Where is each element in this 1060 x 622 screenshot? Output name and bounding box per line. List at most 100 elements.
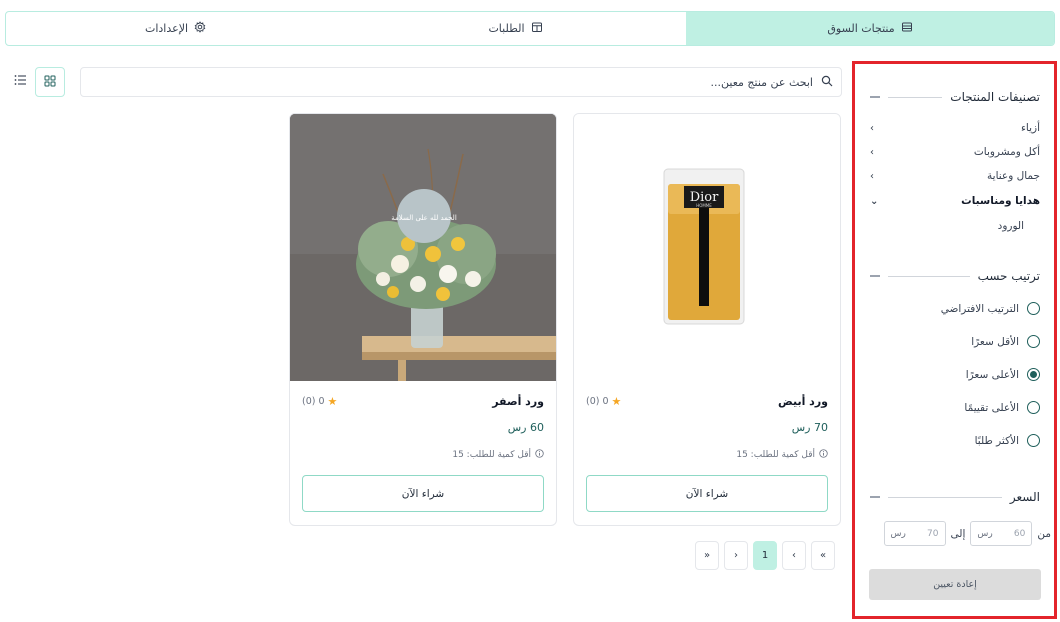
top-tabs: منتجات السوق الطلبات الإعدادات	[5, 11, 1055, 46]
categories-title: تصنيفات المنتجات	[950, 90, 1040, 104]
tab-label: منتجات السوق	[827, 22, 895, 35]
chevron-left-icon: ›	[870, 122, 874, 134]
storefront-icon	[901, 21, 913, 36]
list-view-button[interactable]	[12, 73, 28, 89]
list-icon	[14, 74, 27, 89]
tab-orders[interactable]: الطلبات	[345, 12, 686, 45]
reviews-count: (0)	[586, 396, 600, 407]
rating-value: 0	[602, 396, 609, 407]
grid-icon	[44, 75, 56, 90]
currency-label: رس	[977, 528, 993, 539]
price-range: من 60 رس إلى 70 رس	[856, 521, 1051, 546]
info-icon	[819, 449, 828, 461]
product-rating: (0) 0 ★	[586, 395, 621, 408]
reviews-count: (0)	[302, 396, 316, 407]
radio-button[interactable]	[1027, 335, 1040, 348]
divider	[888, 496, 1002, 498]
product-image[interactable]: الحمد لله على السلامة	[290, 114, 556, 381]
chevron-left-icon: ›	[870, 146, 874, 158]
chevron-left-icon: ›	[870, 170, 874, 182]
divider	[888, 96, 943, 98]
sort-option[interactable]: الأقل سعرًا	[971, 335, 1040, 348]
current-page-button[interactable]: 1	[753, 541, 777, 570]
category-label: أزياء	[1020, 122, 1040, 134]
radio-button[interactable]	[1027, 401, 1040, 414]
collapse-dash-icon[interactable]	[870, 496, 880, 498]
calendar-icon	[531, 21, 543, 36]
sort-title: ترتيب حسب	[977, 269, 1040, 283]
buy-now-button[interactable]: شراء الآن	[302, 475, 544, 512]
radio-button-checked[interactable]	[1027, 368, 1040, 381]
category-beauty[interactable]: جمال وعناية ›	[870, 170, 1040, 182]
prev-page-button[interactable]: ‹	[782, 541, 806, 570]
tab-label: الطلبات	[488, 22, 525, 35]
price-to-label: إلى	[950, 527, 966, 540]
product-price: 60 رس	[507, 421, 544, 434]
sort-option-label: الأعلى سعرًا	[965, 368, 1019, 381]
brand-sub-text: HOMME	[696, 203, 712, 208]
sort-option-label: الأعلى تقييمًا	[964, 401, 1019, 414]
price-header: السعر	[870, 490, 1040, 504]
sort-option[interactable]: الأعلى سعرًا	[966, 368, 1040, 381]
star-icon: ★	[611, 395, 622, 408]
sort-option[interactable]: الأعلى تقييمًا	[964, 401, 1040, 414]
category-label: أكل ومشروبات	[973, 146, 1040, 158]
min-quantity: أقل كمية للطلب: 15	[452, 449, 544, 461]
collapse-dash-icon[interactable]	[870, 275, 880, 277]
reset-button[interactable]: إعادة تعيين	[869, 569, 1041, 600]
min-quantity-text: أقل كمية للطلب: 15	[736, 450, 815, 460]
price-from-label: من	[1037, 527, 1051, 540]
radio-button[interactable]	[1027, 434, 1040, 447]
category-fashion[interactable]: أزياء ›	[870, 122, 1040, 134]
tab-label: الإعدادات	[144, 22, 189, 35]
category-food[interactable]: أكل ومشروبات ›	[870, 146, 1040, 158]
radio-button[interactable]	[1027, 302, 1040, 315]
subcategory-roses[interactable]: الورود	[998, 220, 1024, 232]
sort-option[interactable]: الترتيب الافتراضي	[941, 302, 1040, 315]
search-icon	[821, 75, 833, 90]
category-label: هدايا ومناسبات	[961, 195, 1040, 207]
price-from-field[interactable]: 60 رس	[970, 521, 1033, 546]
category-label: جمال وعناية	[987, 170, 1040, 182]
rating-value: 0	[318, 396, 325, 407]
next-page-button[interactable]: ›	[724, 541, 748, 570]
last-page-button[interactable]: »	[695, 541, 719, 570]
product-rating: (0) 0 ★	[302, 395, 337, 408]
min-quantity-text: أقل كمية للطلب: 15	[452, 450, 531, 460]
price-to-field[interactable]: 70 رس	[883, 521, 946, 546]
currency-label: رس	[890, 528, 906, 539]
sort-option-label: الأقل سعرًا	[971, 335, 1019, 348]
star-icon: ★	[327, 395, 338, 408]
buy-now-button[interactable]: شراء الآن	[586, 475, 828, 512]
categories-header: تصنيفات المنتجات	[870, 90, 1040, 104]
product-name[interactable]: ورد أصفر	[492, 395, 544, 408]
category-gifts[interactable]: هدايا ومناسبات ⌄	[870, 195, 1040, 207]
sort-option-label: الأكثر طلبًا	[974, 434, 1019, 447]
tab-settings[interactable]: الإعدادات	[6, 12, 345, 45]
search-input[interactable]: ابحث عن منتج معين...	[711, 76, 813, 89]
grid-view-button[interactable]	[35, 67, 65, 97]
price-from-value: 60	[1013, 528, 1026, 539]
sort-header: ترتيب حسب	[870, 269, 1040, 283]
product-card: Dior HOMME ورد أبيض (0) 0 ★ 70 رس أقل كم…	[573, 113, 841, 526]
product-name[interactable]: ورد أبيض	[778, 395, 828, 408]
price-title: السعر	[1009, 490, 1040, 504]
product-price: 70 رس	[791, 421, 828, 434]
product-image[interactable]: Dior HOMME	[574, 114, 840, 381]
pagination: » › 1 ‹ «	[695, 541, 835, 570]
product-card: الحمد لله على السلامة ورد أصفر (0) 0 ★ 6…	[289, 113, 557, 526]
search-bar[interactable]: ابحث عن منتج معين...	[80, 67, 842, 97]
divider	[888, 275, 970, 277]
tab-market-products[interactable]: منتجات السوق	[686, 12, 1054, 45]
card-tag-text: الحمد لله على السلامة	[391, 214, 457, 222]
collapse-dash-icon[interactable]	[870, 96, 880, 98]
min-quantity: أقل كمية للطلب: 15	[736, 449, 828, 461]
gear-icon	[194, 21, 206, 36]
filters-sidebar: تصنيفات المنتجات أزياء › أكل ومشروبات › …	[852, 61, 1057, 619]
chevron-down-icon: ⌄	[870, 195, 879, 207]
first-page-button[interactable]: «	[811, 541, 835, 570]
info-icon	[535, 449, 544, 461]
price-to-value: 70	[927, 528, 939, 539]
sort-option[interactable]: الأكثر طلبًا	[975, 434, 1040, 447]
sort-option-label: الترتيب الافتراضي	[940, 302, 1019, 315]
